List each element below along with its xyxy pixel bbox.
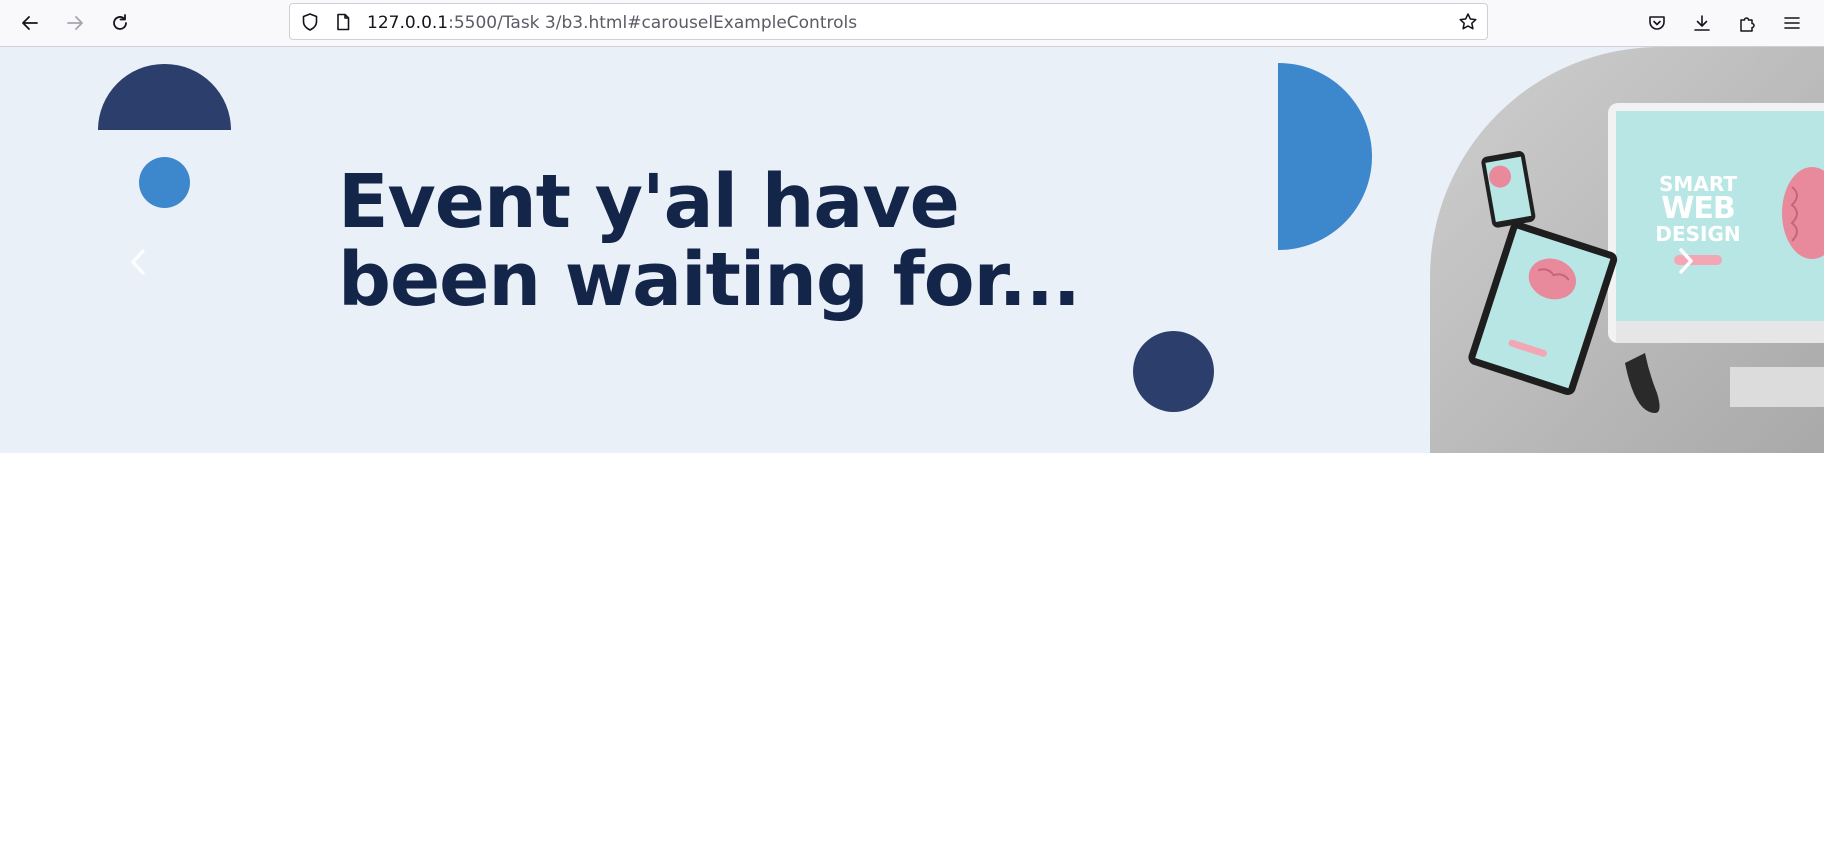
chevron-left-icon <box>131 249 145 275</box>
pocket-button[interactable] <box>1640 6 1674 40</box>
menu-button[interactable] <box>1775 6 1809 40</box>
pocket-icon <box>1649 16 1665 30</box>
arrow-left-icon <box>22 16 38 30</box>
blue-half-circle-decoration <box>1278 63 1372 250</box>
address-bar[interactable]: 127.0.0.1:5500/Task 3/b3.html#carouselEx… <box>289 3 1488 40</box>
blue-circle-decoration <box>139 157 190 208</box>
arrow-right-icon <box>67 16 83 30</box>
downloads-button[interactable] <box>1685 6 1719 40</box>
hamburger-menu-icon <box>1784 17 1800 29</box>
star-icon[interactable] <box>1458 12 1478 32</box>
page-icon[interactable] <box>333 12 353 32</box>
carousel: Event y'al have been waiting for... SMAR… <box>0 47 1824 453</box>
carousel-headline: Event y'al have been waiting for... <box>338 163 1158 319</box>
url-host: 127.0.0.1 <box>367 13 449 33</box>
browser-toolbar: 127.0.0.1:5500/Task 3/b3.html#carouselEx… <box>0 0 1824 47</box>
headline-line-2: been waiting for... <box>338 237 1081 323</box>
forward-button[interactable] <box>58 6 92 40</box>
back-button[interactable] <box>13 6 47 40</box>
navy-circle-decoration <box>1133 331 1214 412</box>
devices-mockup-image <box>1430 47 1824 453</box>
carousel-next-control[interactable] <box>1666 233 1706 289</box>
chevron-right-icon <box>1679 248 1693 274</box>
puzzle-icon <box>1740 17 1755 32</box>
extensions-button[interactable] <box>1730 6 1764 40</box>
brand-line-2: WEB <box>1661 191 1735 226</box>
headline-line-1: Event y'al have <box>338 159 960 245</box>
reload-icon <box>113 14 127 30</box>
carousel-prev-control[interactable] <box>120 237 156 287</box>
download-icon <box>1694 15 1710 31</box>
navy-half-circle-decoration <box>98 64 231 130</box>
shield-icon[interactable] <box>300 12 320 32</box>
url-text[interactable]: 127.0.0.1:5500/Task 3/b3.html#carouselEx… <box>367 13 857 33</box>
url-path: :5500/Task 3/b3.html#carouselExampleCont… <box>448 13 858 33</box>
reload-button[interactable] <box>103 6 137 40</box>
